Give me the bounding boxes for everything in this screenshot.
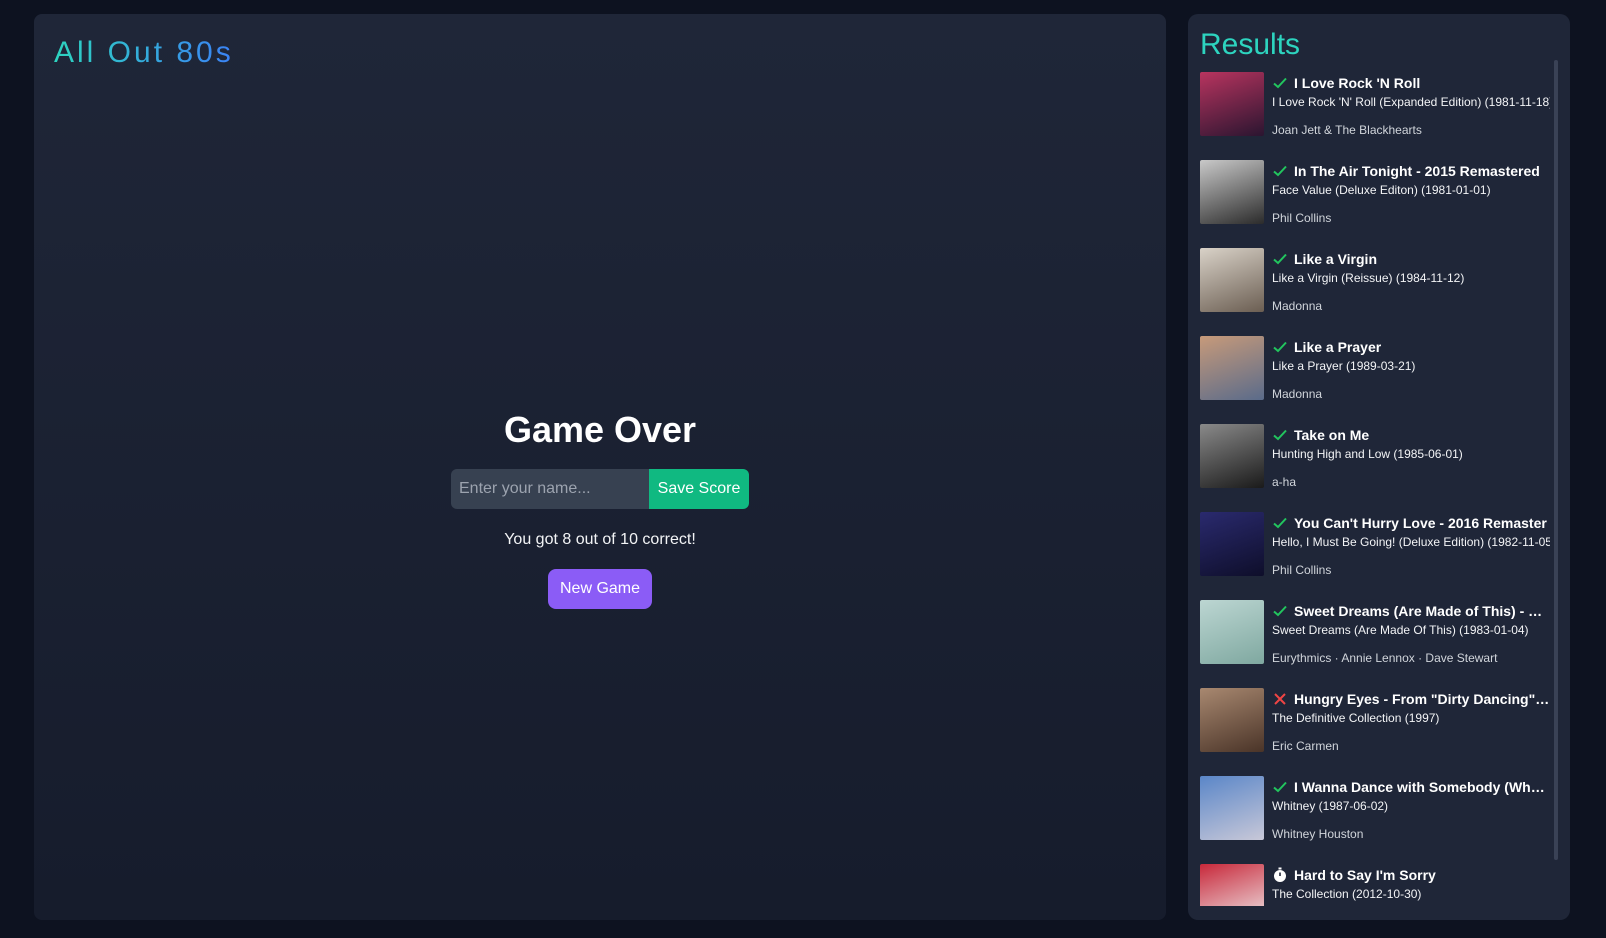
- track-title: Take on Me: [1294, 427, 1370, 443]
- results-list[interactable]: I Love Rock 'N Roll I Love Rock 'N' Roll …: [1200, 72, 1550, 906]
- stopwatch-icon: [1272, 867, 1288, 883]
- album-cover-image: [1200, 600, 1264, 664]
- game-over-box: Game Over Save Score You got 8 out of 10…: [34, 409, 1166, 609]
- check-icon: [1272, 339, 1288, 355]
- save-score-button[interactable]: Save Score: [649, 469, 749, 509]
- name-input[interactable]: [451, 469, 649, 509]
- game-panel: All Out 80s Game Over Save Score You got…: [34, 14, 1166, 920]
- check-icon: [1272, 779, 1288, 795]
- artist-name: Joan Jett & The Blackhearts: [1272, 123, 1422, 137]
- album-cover-image: [1200, 512, 1264, 576]
- result-item: I Love Rock 'N Roll I Love Rock 'N' Roll …: [1200, 72, 1550, 160]
- album-info: Sweet Dreams (Are Made Of This) (1983-01…: [1272, 623, 1529, 637]
- album-info: Whitney (1987-06-02): [1272, 799, 1389, 813]
- results-panel: Results I Love Rock 'N Roll I Love Rock '…: [1188, 14, 1570, 920]
- track-title: You Can't Hurry Love - 2016 Remaster: [1294, 515, 1547, 531]
- result-item: Sweet Dreams (Are Made of This) - Rem...…: [1200, 600, 1550, 688]
- results-scrollbar[interactable]: [1554, 60, 1558, 860]
- artist-name: Whitney Houston: [1272, 827, 1364, 841]
- check-icon: [1272, 427, 1288, 443]
- album-info: Like a Virgin (Reissue) (1984-11-12): [1272, 271, 1465, 285]
- new-game-button[interactable]: New Game: [547, 569, 653, 609]
- result-item: Take on Me Hunting High and Low (1985-06-…: [1200, 424, 1550, 512]
- result-item: Like a Virgin Like a Virgin (Reissue) (19…: [1200, 248, 1550, 336]
- album-cover-image: [1200, 72, 1264, 136]
- result-item: Hungry Eyes - From "Dirty Dancing" So...…: [1200, 688, 1550, 776]
- track-title: Like a Virgin: [1294, 251, 1377, 267]
- album-info: Face Value (Deluxe Editon) (1981-01-01): [1272, 183, 1491, 197]
- results-title: Results: [1200, 28, 1301, 61]
- artist-name: Eric Carmen: [1272, 739, 1339, 753]
- track-title: Sweet Dreams (Are Made of This) - Rem...: [1294, 603, 1550, 619]
- game-over-title: Game Over: [503, 409, 697, 450]
- album-cover-image: [1200, 424, 1264, 488]
- artist-name: a-ha: [1272, 475, 1297, 489]
- result-item: Like a Prayer Like a Prayer (1989-03-21) M…: [1200, 336, 1550, 424]
- track-title: Hungry Eyes - From "Dirty Dancing" So...: [1294, 691, 1550, 707]
- result-item: I Wanna Dance with Somebody (Who L... Whi…: [1200, 776, 1550, 864]
- track-title: Hard to Say I'm Sorry: [1294, 867, 1436, 883]
- save-score-form: Save Score: [451, 469, 749, 509]
- album-cover-image: [1200, 688, 1264, 752]
- album-info: Hello, I Must Be Going! (Deluxe Edition)…: [1272, 535, 1550, 549]
- track-title: Like a Prayer: [1294, 339, 1382, 355]
- album-info: The Definitive Collection (1997): [1272, 711, 1440, 725]
- album-cover-image: [1200, 160, 1264, 224]
- album-cover-image: [1200, 864, 1264, 906]
- album-cover-image: [1200, 248, 1264, 312]
- result-item: Hard to Say I'm Sorry The Collection (201…: [1200, 864, 1550, 906]
- album-info: Like a Prayer (1989-03-21): [1272, 359, 1416, 373]
- album-info: Hunting High and Low (1985-06-01): [1272, 447, 1463, 461]
- album-cover-image: [1200, 336, 1264, 400]
- cross-icon: [1272, 691, 1288, 707]
- artist-name: Madonna: [1272, 299, 1323, 313]
- check-icon: [1272, 163, 1288, 179]
- check-icon: [1272, 515, 1288, 531]
- track-title: I Wanna Dance with Somebody (Who L...: [1294, 779, 1550, 795]
- track-title: In The Air Tonight - 2015 Remastered: [1294, 163, 1540, 179]
- check-icon: [1272, 75, 1288, 91]
- artist-name: Phil Collins: [1272, 563, 1332, 577]
- check-icon: [1272, 603, 1288, 619]
- album-info: The Collection (2012-10-30): [1272, 887, 1422, 901]
- artist-name: Madonna: [1272, 387, 1323, 401]
- artist-name: Eurythmics · Annie Lennox · Dave Stewart: [1272, 651, 1498, 665]
- app-title: All Out 80s: [54, 36, 234, 69]
- result-item: You Can't Hurry Love - 2016 Remaster Hell…: [1200, 512, 1550, 600]
- check-icon: [1272, 251, 1288, 267]
- album-info: I Love Rock 'N' Roll (Expanded Edition) …: [1272, 95, 1550, 109]
- score-text: You got 8 out of 10 correct!: [504, 531, 696, 548]
- result-item: In The Air Tonight - 2015 Remastered Face…: [1200, 160, 1550, 248]
- album-cover-image: [1200, 776, 1264, 840]
- artist-name: Phil Collins: [1272, 211, 1332, 225]
- track-title: I Love Rock 'N Roll: [1294, 75, 1421, 91]
